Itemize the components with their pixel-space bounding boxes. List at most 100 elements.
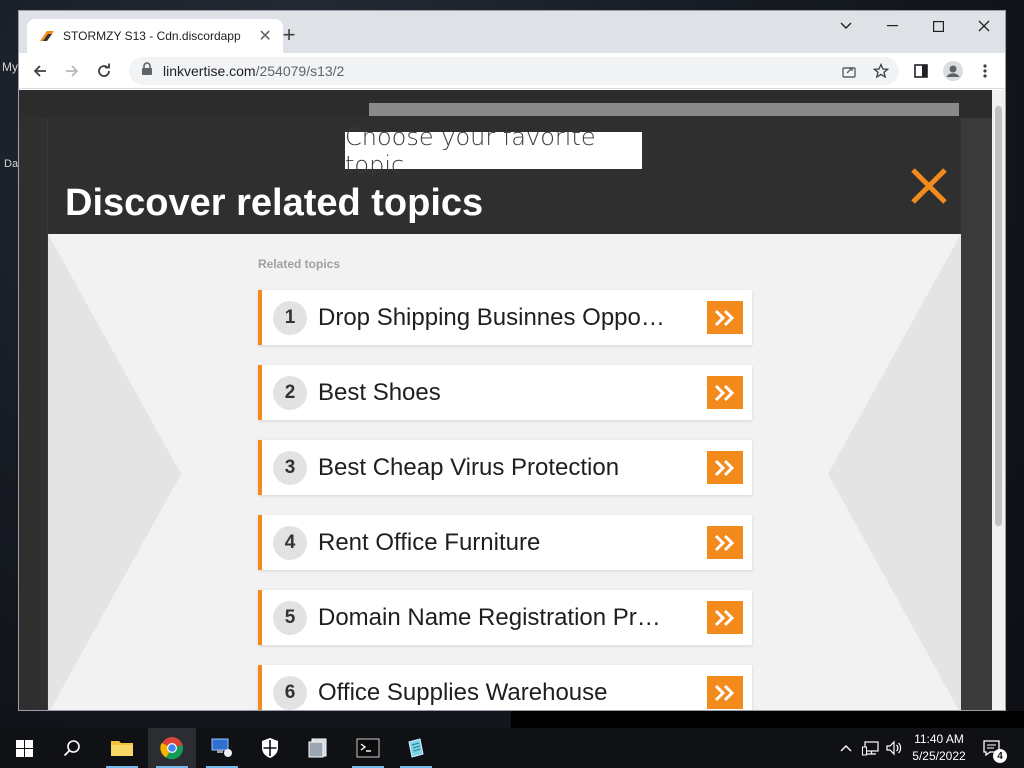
avatar-icon: [943, 61, 963, 81]
speaker-icon: [886, 740, 902, 756]
close-icon: [978, 20, 990, 32]
network-status-button[interactable]: [862, 728, 880, 768]
system-clock[interactable]: 11:40 AM 5/25/2022: [905, 731, 973, 765]
topic-label: Best Cheap Virus Protection: [318, 453, 620, 481]
clock-date: 5/25/2022: [912, 749, 966, 763]
topic-item[interactable]: 2 Best Shoes: [258, 365, 752, 420]
window-close-button[interactable]: [961, 11, 1005, 41]
topic-label: Office Supplies Warehouse: [318, 678, 608, 706]
documents-icon: [308, 738, 327, 758]
url-path: /254079/s13/2: [255, 63, 345, 79]
start-button[interactable]: [0, 728, 48, 768]
security-button[interactable]: [246, 728, 294, 768]
clock-time: 11:40 AM: [914, 732, 964, 746]
notification-center-button[interactable]: 4: [982, 728, 1007, 768]
notes-app-button[interactable]: [392, 728, 440, 768]
terminal-button[interactable]: [344, 728, 392, 768]
terminal-icon: [356, 738, 380, 758]
close-icon: [911, 168, 947, 204]
page-sidebar-background: [19, 118, 47, 710]
topic-label: Domain Name Registration Pr…: [318, 603, 661, 631]
topic-label: Best Shoes: [318, 378, 441, 406]
kebab-menu-icon: [983, 64, 987, 78]
forward-button[interactable]: [60, 59, 84, 83]
profile-button[interactable]: [941, 59, 965, 83]
topic-number: 2: [273, 375, 307, 410]
topic-item[interactable]: 4 Rent Office Furniture: [258, 515, 752, 570]
topic-item[interactable]: 5 Domain Name Registration Pr…: [258, 590, 752, 645]
address-bar[interactable]: linkvertise.com/254079/s13/2: [129, 57, 899, 85]
topic-item[interactable]: 3 Best Cheap Virus Protection: [258, 440, 752, 495]
modal-title: Discover related topics: [65, 182, 484, 224]
chevron-down-icon: [840, 22, 852, 29]
topic-list: 1 Drop Shipping Businnes Oppo… 2 Best Sh…: [258, 290, 752, 710]
menu-button[interactable]: [973, 59, 997, 83]
desktop-background: [511, 711, 1024, 728]
bookmark-button[interactable]: [869, 59, 893, 83]
reload-icon: [98, 63, 110, 77]
linkvertise-favicon-icon: [39, 28, 55, 44]
side-panel-button[interactable]: [909, 59, 933, 83]
new-tab-button[interactable]: +: [277, 23, 301, 47]
topic-number: 4: [273, 525, 307, 560]
topic-number: 6: [273, 675, 307, 710]
minimize-button[interactable]: [869, 11, 915, 41]
page-scrollbar[interactable]: [992, 90, 1005, 710]
related-topics-label: Related topics: [258, 257, 341, 271]
decorative-shape: [48, 234, 181, 710]
decorative-shape: [828, 234, 961, 710]
search-button[interactable]: [48, 728, 96, 768]
folder-icon: [111, 741, 133, 756]
volume-button[interactable]: [885, 728, 903, 768]
double-chevron-right-icon[interactable]: [707, 376, 743, 409]
url-text: linkvertise.com/254079/s13/2: [163, 63, 344, 79]
network-icon: [862, 741, 879, 756]
show-hidden-icons-button[interactable]: [840, 728, 852, 768]
documents-app-button[interactable]: [294, 728, 342, 768]
maximize-button[interactable]: [915, 11, 961, 41]
notification-badge: 4: [993, 749, 1007, 763]
tab-search-button[interactable]: [823, 11, 869, 41]
topic-label: Rent Office Furniture: [318, 528, 541, 556]
arrow-left-icon: [33, 65, 46, 77]
double-chevron-right-icon[interactable]: [707, 526, 743, 559]
minimize-icon: [886, 25, 898, 27]
network-app-button[interactable]: [198, 728, 246, 768]
chevron-up-icon: [840, 745, 852, 752]
topic-number: 3: [273, 450, 307, 485]
double-chevron-right-icon[interactable]: [707, 451, 743, 484]
double-chevron-right-icon[interactable]: [707, 676, 743, 709]
double-chevron-right-icon[interactable]: [707, 601, 743, 634]
related-topics-modal: Choose your favorite topic Discover rela…: [48, 116, 961, 710]
tab-strip: STORMZY S13 - Cdn.discordapp ✕ +: [19, 11, 1005, 53]
desktop-icon-label: My: [2, 60, 18, 74]
star-icon: [873, 63, 889, 79]
side-panel-icon: [914, 64, 928, 78]
share-button[interactable]: [837, 59, 861, 83]
topic-pill: Choose your favorite topic: [345, 123, 642, 179]
chrome-icon: [160, 737, 184, 760]
scrollbar-thumb[interactable]: [995, 106, 1002, 526]
arrow-right-icon: [66, 65, 79, 77]
browser-tab[interactable]: STORMZY S13 - Cdn.discordapp ✕: [27, 19, 283, 53]
maximize-icon: [932, 20, 944, 32]
file-explorer-button[interactable]: [98, 728, 146, 768]
modal-close-button[interactable]: [910, 167, 948, 205]
shield-icon: [262, 738, 278, 758]
topic-number: 1: [273, 300, 307, 335]
page-viewport: Choose your favorite topic Discover rela…: [19, 90, 993, 710]
url-domain: linkvertise.com: [163, 63, 256, 79]
desktop-icon-label: Da: [4, 158, 19, 170]
topic-item[interactable]: 6 Office Supplies Warehouse: [258, 665, 752, 710]
search-icon: [63, 740, 80, 757]
browser-window: STORMZY S13 - Cdn.discordapp ✕ + linkver…: [18, 10, 1006, 711]
chrome-taskbar-button[interactable]: [148, 728, 196, 768]
topic-item[interactable]: 1 Drop Shipping Businnes Oppo…: [258, 290, 752, 345]
back-button[interactable]: [28, 59, 52, 83]
browser-toolbar: linkvertise.com/254079/s13/2: [19, 53, 1005, 89]
windows-logo-icon: [15, 739, 33, 757]
double-chevron-right-icon[interactable]: [707, 301, 743, 334]
tab-close-icon[interactable]: ✕: [257, 26, 273, 46]
share-icon: [842, 67, 856, 78]
reload-button[interactable]: [92, 59, 116, 83]
